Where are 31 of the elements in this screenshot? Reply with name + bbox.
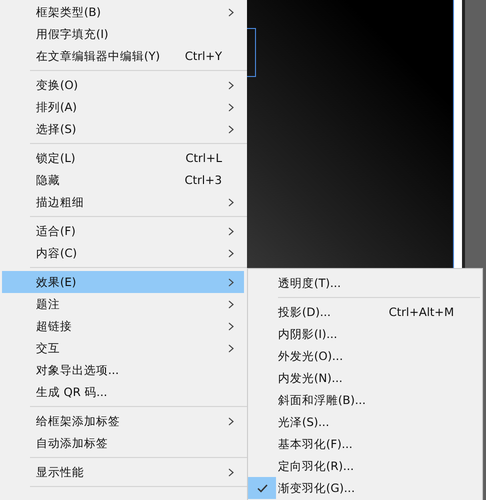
menu-item[interactable]: 自动添加标签 (2, 432, 244, 454)
checkmark-icon (256, 484, 268, 492)
menu-item[interactable]: 显示性能 (2, 461, 244, 483)
menu-item[interactable]: 斜面和浮雕(B)... (248, 389, 482, 411)
menu-item[interactable]: 选择(S) (2, 118, 244, 140)
menu-item[interactable]: 题注 (2, 293, 244, 315)
menu-item[interactable]: 投影(D)... Ctrl+Alt+M (248, 301, 482, 323)
menu-item[interactable]: 排列(A) (2, 96, 244, 118)
menu-item[interactable]: 内阴影(I)... (248, 323, 482, 345)
menu-item[interactable]: 内发光(N)... (248, 367, 482, 389)
menu-item[interactable]: 框架类型(B) (2, 1, 244, 23)
menu-item[interactable]: 渐变羽化(G)... (248, 477, 482, 499)
menu-item[interactable]: 定向羽化(R)... (248, 455, 482, 477)
menu-item[interactable]: 变换(O) (2, 74, 244, 96)
menu-item[interactable]: 隐藏 Ctrl+3 (2, 169, 244, 191)
menu-item[interactable]: 对象导出选项... (2, 359, 244, 381)
menu-item[interactable]: 锁定(L) Ctrl+L (2, 147, 244, 169)
menu-item[interactable]: 适合(F) (2, 220, 244, 242)
menu-item[interactable]: 描边粗细 (2, 191, 244, 213)
menu-item[interactable]: 交互 (2, 337, 244, 359)
menu-item[interactable]: 外发光(O)... (248, 345, 482, 367)
menu-item[interactable]: 光泽(S)... (248, 411, 482, 433)
menu-item[interactable]: 超链接 (2, 315, 244, 337)
menu-item[interactable]: 基本羽化(F)... (248, 433, 482, 455)
menu-item[interactable]: 内容(C) (2, 242, 244, 264)
menu-item[interactable]: 透明度(T)... (248, 272, 482, 294)
menu-item[interactable]: 给框架添加标签 (2, 410, 244, 432)
menu-item[interactable]: 效果(E) (2, 271, 244, 293)
menu-item[interactable]: 用假字填充(I) (2, 23, 244, 45)
menu-item[interactable]: 生成 QR 码... (2, 381, 244, 403)
menu-item[interactable]: 在文章编辑器中编辑(Y) Ctrl+Y (2, 45, 244, 67)
